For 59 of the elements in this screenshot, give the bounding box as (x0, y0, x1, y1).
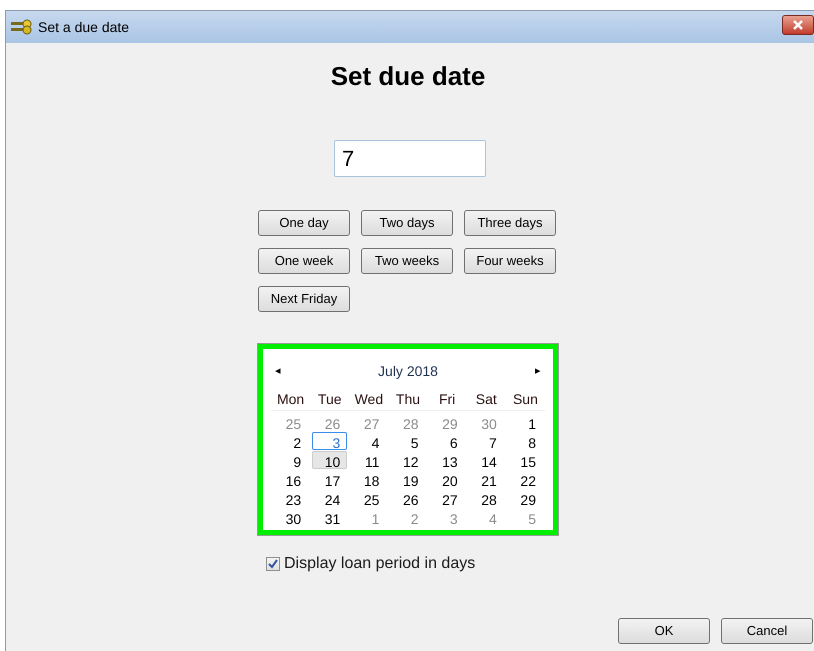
calendar-day[interactable]: 27 (430, 489, 465, 507)
check-icon (268, 559, 278, 569)
weekday-label: Sun (512, 390, 539, 409)
calendar-day[interactable]: 25 (351, 489, 386, 507)
calendar-day[interactable]: 24 (312, 489, 348, 507)
calendar-day[interactable]: 13 (430, 451, 465, 469)
window-title: Set a due date (38, 18, 130, 36)
calendar-day[interactable]: 15 (508, 451, 543, 469)
calendar-day[interactable]: 12 (390, 451, 426, 469)
keys-icon (10, 19, 32, 35)
calendar-day[interactable]: 5 (390, 432, 426, 450)
checkbox-label: Display loan period in days (284, 554, 476, 574)
previous-month-button[interactable]: ◂ (275, 363, 281, 380)
calendar-day[interactable]: 9 (273, 451, 308, 469)
calendar-day[interactable]: 7 (468, 432, 504, 450)
calendar-day[interactable]: 29 (508, 489, 543, 507)
days-field[interactable]: 7 (334, 140, 486, 177)
calendar-day[interactable]: 26 (390, 489, 426, 507)
calendar-day[interactable]: 18 (351, 470, 386, 488)
weekday-label: Fri (438, 390, 456, 409)
calendar-day[interactable]: 22 (508, 470, 543, 488)
close-icon (793, 20, 803, 30)
close-button[interactable] (782, 15, 814, 35)
calendar-day[interactable]: 31 (312, 508, 348, 526)
calendar-day[interactable]: 19 (390, 470, 426, 488)
button[interactable]: Next Friday (258, 286, 350, 312)
checkbox[interactable] (266, 557, 280, 571)
calendar-day[interactable]: 28 (468, 489, 504, 507)
button[interactable]: Two weeks (361, 248, 453, 274)
calendar-day[interactable]: 21 (468, 470, 504, 488)
calendar-day[interactable]: 6 (430, 432, 465, 450)
weekday-label: Sat (474, 390, 498, 409)
calendar-day[interactable]: 30 (273, 508, 308, 526)
weekday-label: Wed (354, 390, 384, 409)
calendar-day[interactable]: 14 (468, 451, 504, 469)
button[interactable]: Cancel (721, 618, 813, 644)
calendar-day[interactable]: 4 (351, 432, 386, 450)
button[interactable]: Three days (464, 210, 556, 236)
dialog-heading: Set due date (330, 60, 486, 93)
button[interactable]: One week (258, 248, 350, 274)
calendar-day[interactable]: 23 (273, 489, 308, 507)
weekday-label: Thu (394, 390, 422, 409)
weekday-label: Mon (276, 390, 306, 409)
weekday-label: Tue (316, 390, 343, 409)
calendar-day[interactable]: 11 (351, 451, 386, 469)
calendar-day[interactable]: 16 (273, 470, 308, 488)
calendar-day[interactable]: 20 (430, 470, 465, 488)
button[interactable]: Two days (361, 210, 453, 236)
next-month-button[interactable]: ▸ (535, 363, 541, 380)
calendar-day[interactable]: 8 (508, 432, 543, 450)
button[interactable]: Four weeks (464, 248, 556, 274)
calendar-day[interactable]: 3 (312, 432, 348, 450)
button[interactable]: One day (258, 210, 350, 236)
calendar-day[interactable]: 17 (312, 470, 348, 488)
month-label: July 2018 (378, 362, 438, 381)
calendar-day[interactable]: 10 (312, 451, 348, 469)
button[interactable]: OK (618, 618, 710, 644)
calendar-day[interactable]: 1 (508, 413, 543, 431)
calendar-day[interactable]: 2 (273, 432, 308, 450)
